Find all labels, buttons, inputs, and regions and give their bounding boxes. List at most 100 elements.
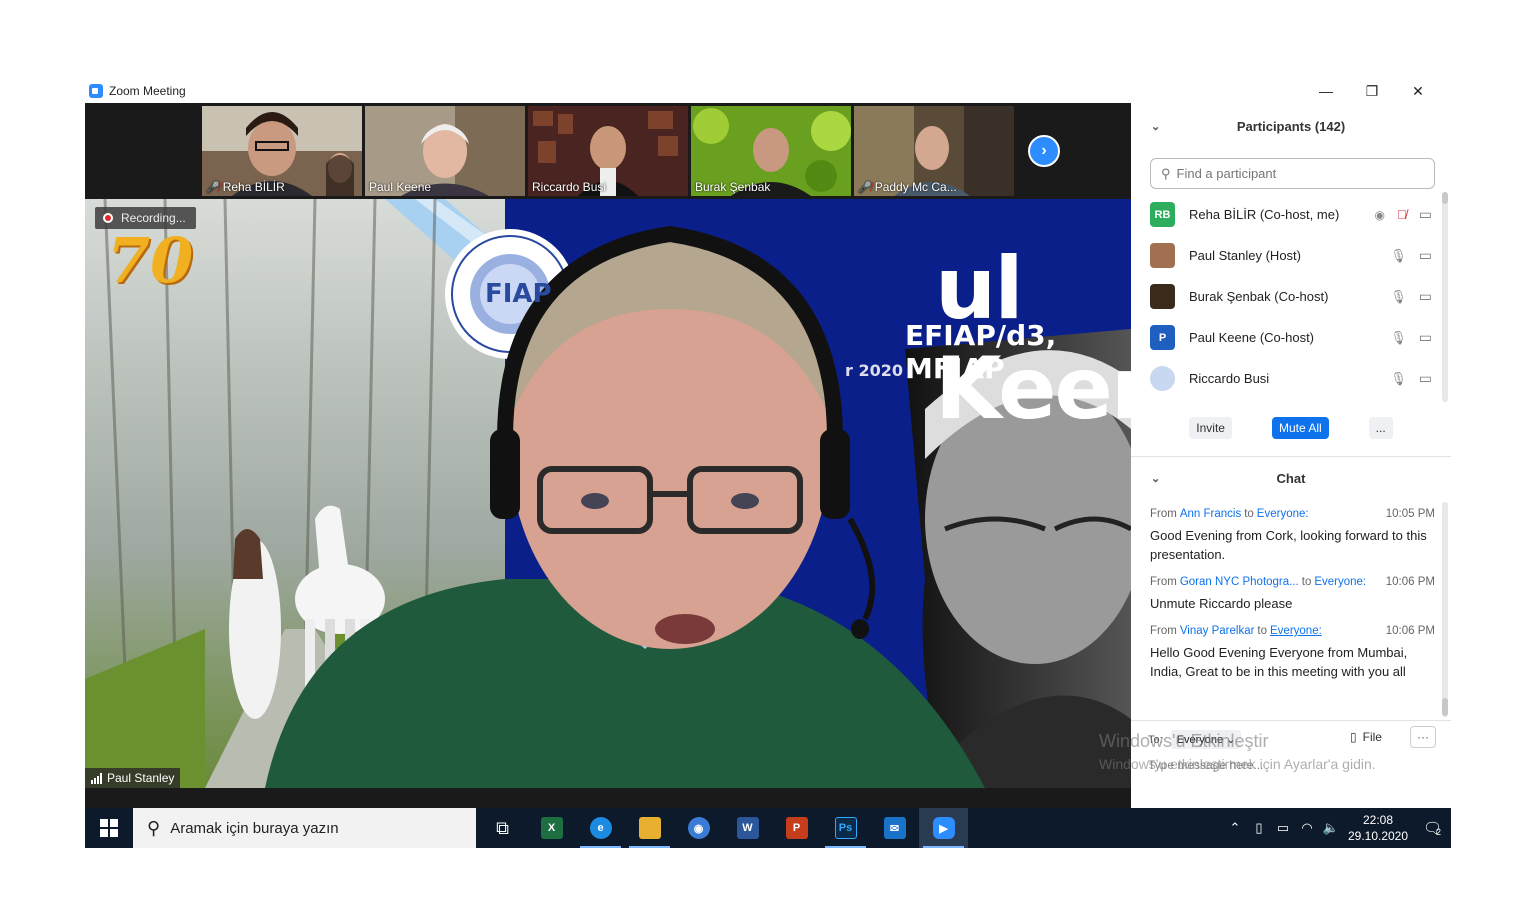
chevron-down-icon: ⌄ xyxy=(1226,734,1236,746)
recipient-select[interactable]: Everyone ⌄ xyxy=(1170,730,1242,749)
notification-button[interactable]: 🗨 2 xyxy=(1413,819,1451,837)
battery-icon[interactable]: ▭ xyxy=(1271,820,1295,836)
task-view-icon: ⧉ xyxy=(496,817,509,838)
recipient-name[interactable]: Everyone: xyxy=(1314,576,1366,594)
participant-search[interactable]: ⚲ Find a participant xyxy=(1150,158,1435,189)
fiap-logo: FIAP xyxy=(485,279,552,309)
camera-icon[interactable]: ▭ xyxy=(1419,247,1432,264)
participant-name: Riccardo Busi xyxy=(1189,371,1270,386)
chat-scrollbar[interactable] xyxy=(1442,502,1448,717)
camera-icon[interactable]: ▭ xyxy=(1419,206,1432,223)
thumbnail-strip: 🎤̸ Reha BİLİR Paul Keene Riccardo Busi B… xyxy=(85,103,1131,199)
title-bar: Zoom Meeting — ❐ ✕ xyxy=(85,78,1451,104)
from-label: From xyxy=(1150,625,1177,637)
chevron-right-icon: › xyxy=(1041,142,1047,159)
participant-thumbnail[interactable]: 🎤̸ Paddy Mc Ca... xyxy=(854,106,1014,196)
chat-title: Chat xyxy=(1276,470,1306,486)
participant-row[interactable]: Riccardo Busi 🎙 ▭ xyxy=(1150,358,1440,399)
camera-icon[interactable]: ▭ xyxy=(1419,370,1432,387)
camera-icon[interactable]: ▭ xyxy=(1419,329,1432,346)
section-divider xyxy=(1131,456,1451,457)
avatar: P xyxy=(1150,325,1175,350)
participants-title: Participants (142) xyxy=(1236,118,1346,134)
zoom-icon: ▶ xyxy=(932,817,955,839)
to-label: to xyxy=(1257,625,1268,637)
clock[interactable]: 22:08 29.10.2020 xyxy=(1343,812,1413,844)
participant-thumbnail[interactable]: Paul Keene xyxy=(365,106,525,196)
camera-icon[interactable]: ▭ xyxy=(1419,288,1432,305)
zoom-button[interactable]: ▶ xyxy=(919,808,968,848)
mic-icon[interactable]: 🎙 xyxy=(1390,371,1407,387)
more-button[interactable]: ... xyxy=(1368,417,1393,439)
volume-icon[interactable]: 🔈 xyxy=(1319,820,1343,836)
participant-thumbnail[interactable]: 🎤̸ Reha BİLİR xyxy=(202,106,362,196)
edge-button[interactable]: e xyxy=(576,808,625,848)
mic-icon[interactable]: 🎙 xyxy=(1390,289,1407,305)
clock-time: 22:08 xyxy=(1362,813,1394,827)
chevron-down-icon[interactable]: ⌄ xyxy=(1151,472,1160,485)
signal-strength-icon xyxy=(91,772,102,784)
window-title: Zoom Meeting xyxy=(109,84,186,98)
chat-scroll-thumb[interactable] xyxy=(1442,698,1448,716)
participant-list: RB Reha BİLİR (Co-host, me) ◉ 🎙̸ ▭ Paul … xyxy=(1150,194,1440,399)
recipient-name[interactable]: Everyone: xyxy=(1257,508,1309,526)
next-page-button[interactable]: › xyxy=(1028,135,1060,167)
participant-thumbnail[interactable]: Burak Şenbak xyxy=(691,106,851,196)
participant-thumbnail[interactable]: Riccardo Busi xyxy=(528,106,688,196)
close-button[interactable]: ✕ xyxy=(1395,78,1441,104)
chat-header: ⌄ Chat xyxy=(1131,462,1451,494)
mail-button[interactable]: ✉ xyxy=(870,808,919,848)
powerpoint-button[interactable]: P xyxy=(772,808,821,848)
participant-row[interactable]: RB Reha BİLİR (Co-host, me) ◉ 🎙̸ ▭ xyxy=(1150,194,1440,235)
photoshop-icon: Ps xyxy=(834,817,857,839)
chevron-up-icon[interactable]: ⌃ xyxy=(1223,820,1247,836)
mic-muted-icon[interactable]: 🎙̸ xyxy=(1397,207,1407,222)
chat-input[interactable]: Type message here... xyxy=(1148,758,1263,772)
photoshop-button[interactable]: Ps xyxy=(821,808,870,848)
invite-button[interactable]: Invite xyxy=(1189,417,1232,439)
speaker-name: Paul Stanley xyxy=(107,771,175,785)
message-text: Hello Good Evening Everyone from Mumbai,… xyxy=(1150,645,1408,679)
participants-scrollbar[interactable] xyxy=(1442,192,1448,402)
chevron-down-icon[interactable]: ⌄ xyxy=(1151,120,1160,133)
participant-row[interactable]: Paul Stanley (Host) 🎙 ▭ xyxy=(1150,235,1440,276)
sender-name[interactable]: Vinay Parelkar xyxy=(1180,625,1255,643)
recording-indicator[interactable]: Recording... xyxy=(95,207,196,229)
chat-message: From Ann Francis to Everyone: 10:05 PM G… xyxy=(1150,508,1435,564)
message-text: Unmute Riccardo please xyxy=(1150,596,1293,611)
system-tray: ⌃ ▯ ▭ ◠ 🔈 22:08 29.10.2020 🗨 2 xyxy=(1223,808,1451,848)
participant-row[interactable]: Burak Şenbak (Co-host) 🎙 ▭ xyxy=(1150,276,1440,317)
powerpoint-icon: P xyxy=(785,817,808,839)
file-button[interactable]: ▯ File xyxy=(1350,730,1382,744)
participants-header: ⌄ Participants (142) xyxy=(1131,110,1451,142)
mic-icon[interactable]: 🎙 xyxy=(1390,248,1407,264)
search-placeholder: Find a participant xyxy=(1176,166,1277,181)
minimize-button[interactable]: — xyxy=(1303,78,1349,104)
zoom-logo-icon xyxy=(89,84,103,98)
search-icon: ⚲ xyxy=(1161,165,1171,181)
search-placeholder: Aramak için buraya yazın xyxy=(170,819,339,837)
participant-row[interactable]: P Paul Keene (Co-host) 🎙 ▭ xyxy=(1150,317,1440,358)
taskbar-search[interactable]: ⚲ Aramak için buraya yazın xyxy=(133,808,476,848)
to-label: to xyxy=(1301,576,1312,588)
participants-scroll-thumb[interactable] xyxy=(1442,192,1448,204)
usb-icon[interactable]: ▯ xyxy=(1247,820,1271,836)
browser-button[interactable]: ◉ xyxy=(674,808,723,848)
recipient-name[interactable]: Everyone: xyxy=(1270,625,1322,643)
message-text: Good Evening from Cork, looking forward … xyxy=(1150,528,1427,562)
avatar xyxy=(1150,243,1175,268)
video-area: 🎤̸ Reha BİLİR Paul Keene Riccardo Busi B… xyxy=(85,103,1131,808)
windows-taskbar: ⚲ Aramak için buraya yazın ⧉ X e ◉ W P P… xyxy=(85,808,1451,848)
restore-button[interactable]: ❐ xyxy=(1349,78,1395,104)
mute-all-button[interactable]: Mute All xyxy=(1271,417,1329,439)
sender-name[interactable]: Ann Francis xyxy=(1180,508,1241,526)
sender-name[interactable]: Goran NYC Photogra... xyxy=(1180,576,1299,594)
word-button[interactable]: W xyxy=(723,808,772,848)
wifi-icon[interactable]: ◠ xyxy=(1295,820,1319,836)
file-explorer-button[interactable] xyxy=(625,808,674,848)
start-button[interactable] xyxy=(85,808,133,848)
chat-more-button[interactable]: ··· xyxy=(1410,726,1436,748)
mic-icon[interactable]: 🎙 xyxy=(1390,330,1407,346)
task-view-button[interactable]: ⧉ xyxy=(478,808,527,848)
excel-button[interactable]: X xyxy=(527,808,576,848)
